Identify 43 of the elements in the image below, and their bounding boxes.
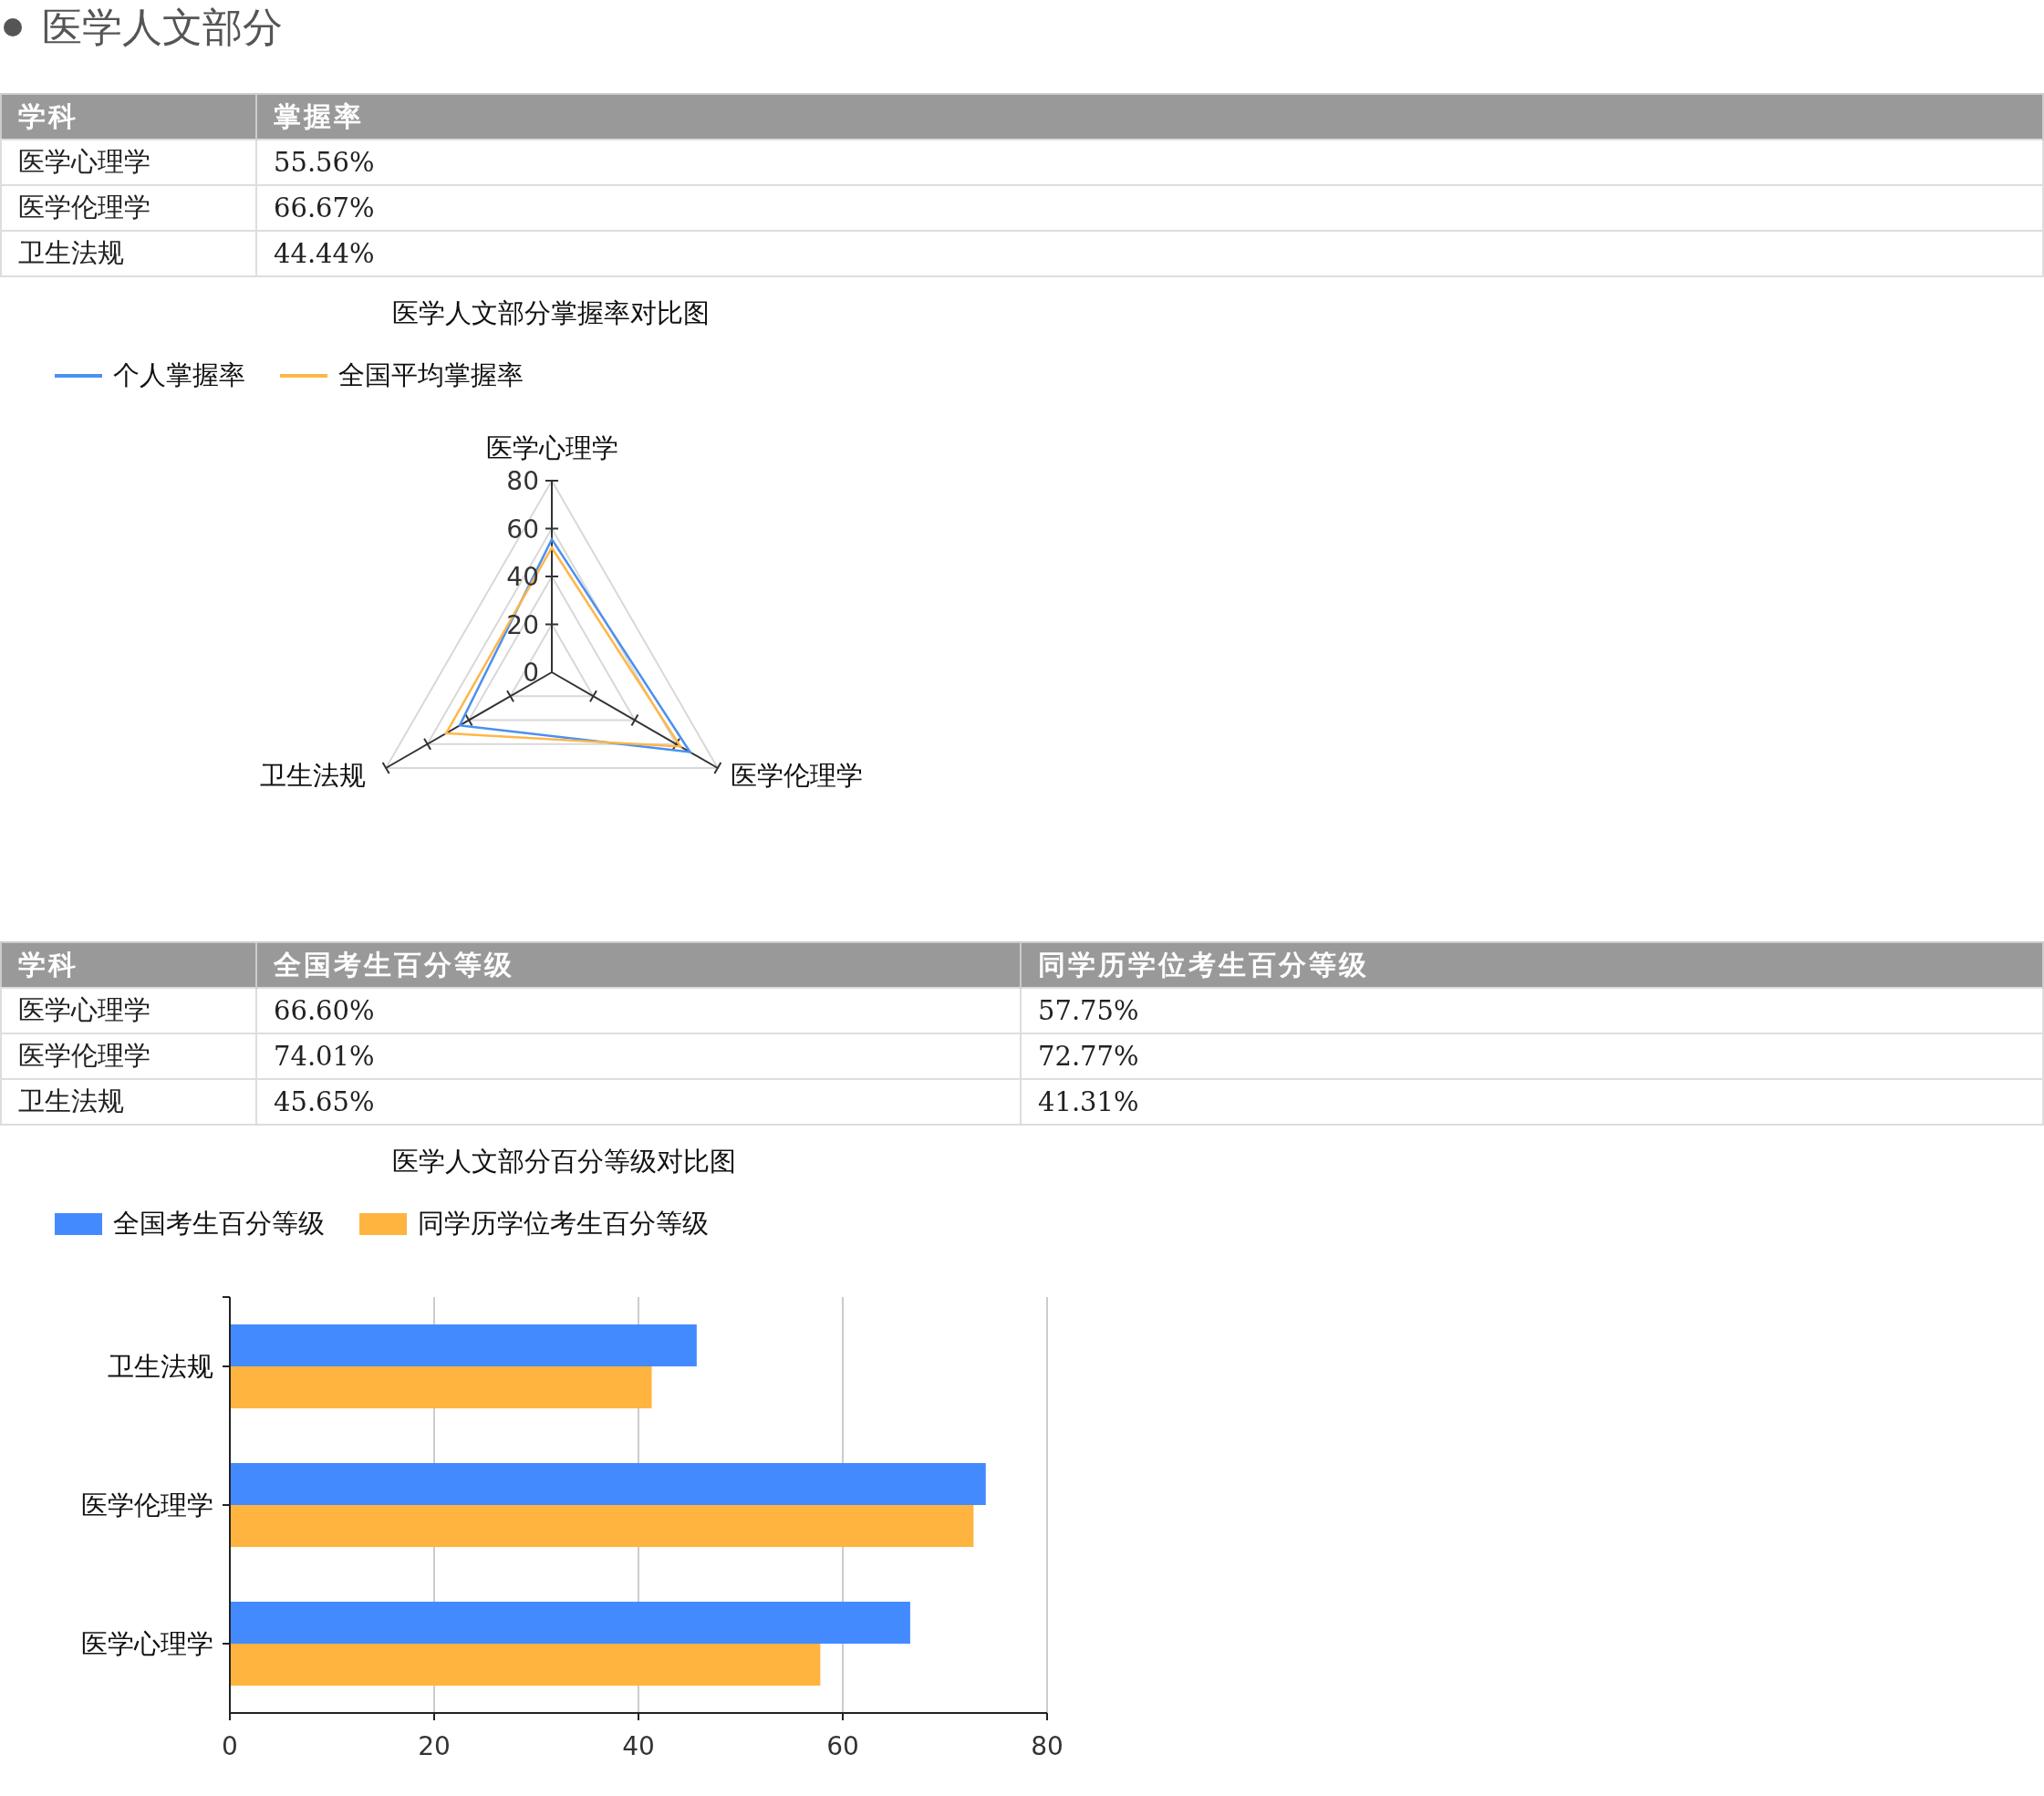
axis-label: 卫生法规 bbox=[260, 760, 367, 791]
table-cell: 41.31% bbox=[1021, 1079, 2043, 1125]
column-header: 掌握率 bbox=[256, 94, 2043, 140]
table-cell: 45.65% bbox=[256, 1079, 1021, 1125]
axis-tick-label: 0 bbox=[523, 658, 539, 688]
table-cell: 44.44% bbox=[256, 231, 2043, 276]
column-header: 学科 bbox=[1, 942, 256, 988]
legend-label: 全国平均掌握率 bbox=[338, 358, 524, 392]
legend-label: 同学历学位考生百分等级 bbox=[418, 1207, 709, 1241]
axis-tick-label: 60 bbox=[506, 514, 539, 545]
table-cell: 66.67% bbox=[256, 185, 2043, 231]
table-cell: 57.75% bbox=[1021, 988, 2043, 1033]
legend-label: 全国考生百分等级 bbox=[113, 1207, 325, 1241]
table-cell: 72.77% bbox=[1021, 1033, 2043, 1079]
table-cell: 卫生法规 bbox=[1, 231, 256, 276]
axis-tick-label: 20 bbox=[506, 609, 539, 640]
table-cell: 74.01% bbox=[256, 1033, 1021, 1079]
table-cell: 55.56% bbox=[256, 140, 2043, 185]
bullet-icon bbox=[4, 18, 22, 36]
axis-label: 医学伦理学 bbox=[81, 1490, 213, 1521]
axis-label: 医学心理学 bbox=[485, 432, 618, 463]
axis-label: 医学心理学 bbox=[81, 1628, 213, 1659]
column-header: 学科 bbox=[1, 94, 256, 140]
column-header: 同学历学位考生百分等级 bbox=[1021, 942, 2043, 988]
axis-tick-label: 40 bbox=[622, 1731, 655, 1761]
table-cell: 医学心理学 bbox=[1, 140, 256, 185]
legend-label: 个人掌握率 bbox=[113, 358, 245, 392]
axis-tick-label: 20 bbox=[418, 1731, 451, 1761]
column-header: 全国考生百分等级 bbox=[256, 942, 1021, 988]
table-cell: 医学心理学 bbox=[1, 988, 256, 1033]
table-cell: 医学伦理学 bbox=[1, 185, 256, 231]
axis-tick-label: 60 bbox=[826, 1731, 859, 1761]
table-cell: 66.60% bbox=[256, 988, 1021, 1033]
axis-label: 卫生法规 bbox=[108, 1351, 213, 1382]
chart-title: 医学人文部分掌握率对比图 bbox=[392, 296, 711, 330]
axis-tick-label: 80 bbox=[506, 466, 539, 496]
section-heading: 医学人文部分 bbox=[42, 2, 283, 52]
axis-tick-label: 80 bbox=[1031, 1731, 1064, 1761]
axis-label: 医学伦理学 bbox=[730, 760, 863, 791]
chart-title: 医学人文部分百分等级对比图 bbox=[392, 1145, 737, 1178]
table-cell: 医学伦理学 bbox=[1, 1033, 256, 1079]
axis-tick-label: 0 bbox=[222, 1731, 238, 1761]
table-cell: 卫生法规 bbox=[1, 1079, 256, 1125]
